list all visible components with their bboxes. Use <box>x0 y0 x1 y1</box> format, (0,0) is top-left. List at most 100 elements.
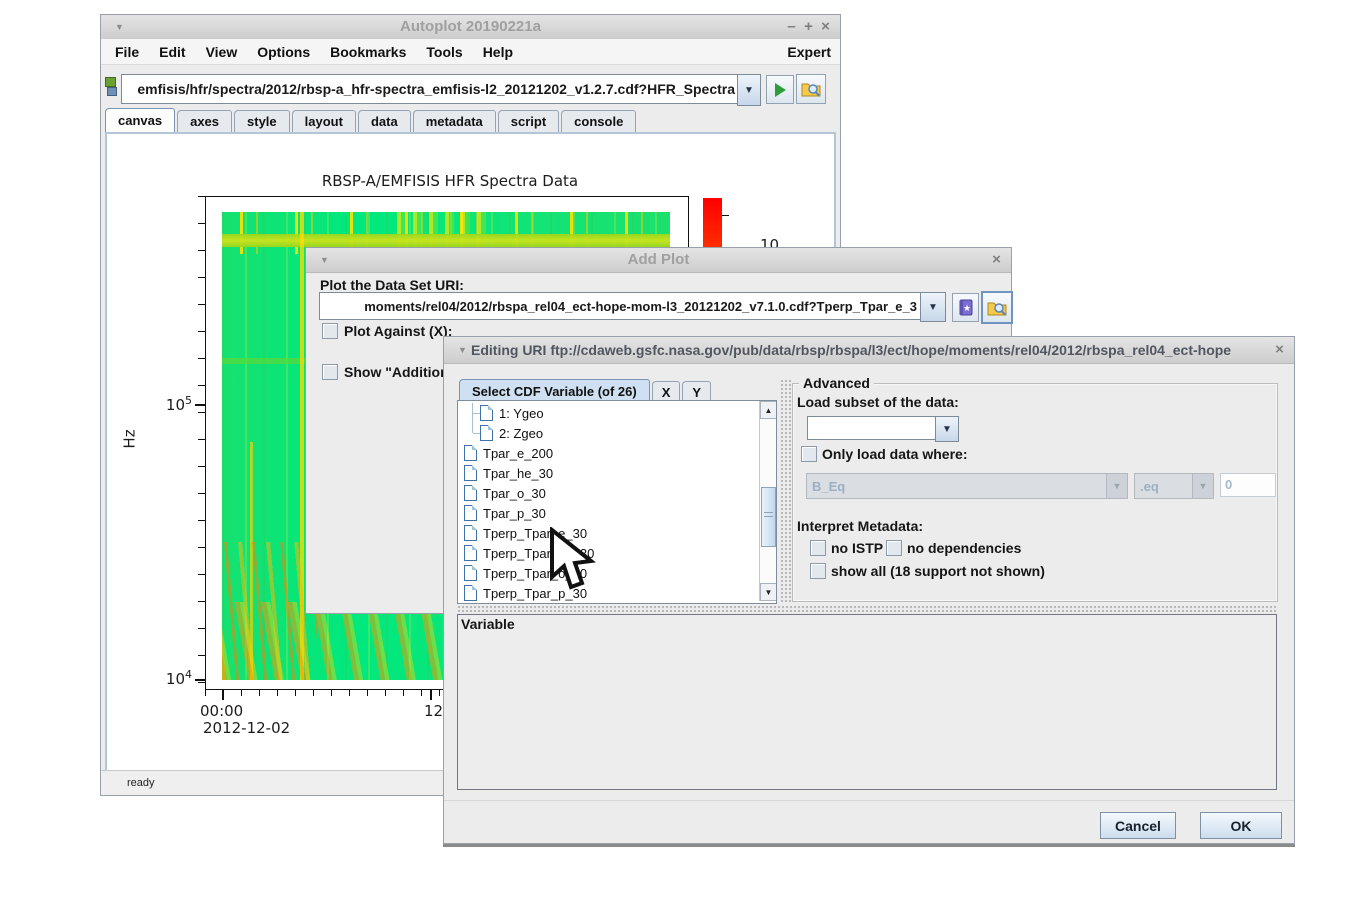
tree-item[interactable]: Tpar_p_30 <box>464 503 776 523</box>
cdf-variable-icon <box>464 525 477 541</box>
datasource-layers-icon[interactable] <box>105 77 116 87</box>
ok-label: OK <box>1230 817 1252 834</box>
editing-titlebar[interactable]: ▼ Editing URI ftp://cdaweb.gsfc.nasa.gov… <box>444 337 1294 364</box>
add-plot-titlebar[interactable]: ▼ Add Plot × <box>306 248 1011 273</box>
show-all-label: show all (18 support not shown) <box>831 563 1045 579</box>
tab-axes[interactable]: axes <box>177 110 233 132</box>
tab-style[interactable]: style <box>234 110 290 132</box>
tab-console[interactable]: console <box>561 110 637 132</box>
dataset-uri-input[interactable]: moments/rel04/2012/rbspa_rel04_ect-hope-… <box>319 292 921 320</box>
uri-dropdown-button[interactable]: ▼ <box>737 74 761 106</box>
tree-item[interactable]: Tperp_Tpar_o_30 <box>464 563 776 583</box>
horizontal-splitter[interactable] <box>457 605 1277 614</box>
no-dependencies-checkbox[interactable] <box>886 540 902 556</box>
close-button[interactable]: × <box>1271 337 1288 363</box>
chevron-down-icon: ▼ <box>1198 481 1208 491</box>
plot-go-button[interactable] <box>766 75 794 104</box>
folder-magnifier-icon <box>987 302 1007 315</box>
colorbar-tick <box>722 215 729 216</box>
menu-options[interactable]: Options <box>247 44 320 60</box>
tree-item[interactable]: 2: Zgeo <box>464 423 776 443</box>
menu-view[interactable]: View <box>196 44 248 60</box>
menu-tools[interactable]: Tools <box>416 44 472 60</box>
dataset-uri-text: moments/rel04/2012/rbspa_rel04_ect-hope-… <box>364 298 917 314</box>
tab-canvas[interactable]: canvas <box>105 108 176 132</box>
show-additional-checkbox[interactable] <box>322 364 338 380</box>
svg-text:★: ★ <box>962 303 970 313</box>
tree-item-label: Tpar_he_30 <box>483 465 554 481</box>
only-load-checkbox[interactable] <box>801 446 817 462</box>
tree-item-label: Tpar_e_200 <box>483 445 554 461</box>
advanced-group: Advanced Load subset of the data: ▼ Only… <box>792 375 1278 602</box>
window-shade-icon[interactable]: ▼ <box>458 345 467 355</box>
tab-layout[interactable]: layout <box>291 110 356 132</box>
no-istp-checkbox[interactable] <box>810 540 826 556</box>
add-plot-title: Add Plot <box>627 251 690 268</box>
cdf-variable-icon <box>464 485 477 501</box>
scroll-down-icon: ▼ <box>764 587 773 597</box>
tree-item[interactable]: Tpar_he_30 <box>464 463 776 483</box>
mouse-cursor-icon <box>550 527 596 590</box>
main-tabs: canvas axes style layout data metadata s… <box>105 108 637 132</box>
scroll-up-button[interactable]: ▲ <box>760 401 776 419</box>
tree-scrollbar[interactable]: ▲ ▼ <box>759 401 776 601</box>
tab-metadata[interactable]: metadata <box>412 110 496 132</box>
cancel-button[interactable]: Cancel <box>1100 812 1176 839</box>
tree-item[interactable]: 1: Ygeo <box>464 403 776 423</box>
subset-dropdown-button[interactable]: ▼ <box>935 416 959 442</box>
where-value-field[interactable]: 0 <box>1220 473 1276 497</box>
menu-edit[interactable]: Edit <box>149 44 195 60</box>
x-major-tick-0000 <box>222 689 224 700</box>
cdf-variable-tree[interactable]: 1: Ygeo 2: Zgeo Tpar_e_200 Tpar_he_30 Tp… <box>457 400 777 604</box>
datasource-layers-icon2 <box>107 87 117 96</box>
play-icon <box>774 82 786 97</box>
cdf-variable-icon <box>464 505 477 521</box>
tree-item[interactable]: Tpar_e_200 <box>464 443 776 463</box>
variable-panel-label: Variable <box>461 616 515 632</box>
tree-item-label: 1: Ygeo <box>499 405 544 421</box>
tree-item[interactable]: Tpar_o_30 <box>464 483 776 503</box>
subset-combobox[interactable] <box>807 416 937 440</box>
main-titlebar[interactable]: ▼ Autoplot 20190221a – + × <box>101 15 840 40</box>
cdf-variable-icon <box>480 425 493 441</box>
tree-item[interactable]: Tperp_Tpar_e_30 <box>464 523 776 543</box>
cdf-variable-icon <box>464 565 477 581</box>
minimize-button[interactable]: – <box>783 15 800 39</box>
uri-label: Plot the Data Set URI: <box>320 277 464 293</box>
expert-mode-label[interactable]: Expert <box>787 44 840 60</box>
vertical-splitter[interactable] <box>780 379 791 602</box>
tab-data[interactable]: data <box>357 110 411 132</box>
show-all-checkbox[interactable] <box>810 563 826 579</box>
ok-button[interactable]: OK <box>1200 812 1282 839</box>
cdf-variable-icon <box>464 545 477 561</box>
editing-title: Editing URI ftp://cdaweb.gsfc.nasa.gov/p… <box>471 342 1232 358</box>
menu-bar: File Edit View Options Bookmarks Tools H… <box>101 39 840 65</box>
scroll-down-button[interactable]: ▼ <box>760 583 776 601</box>
screen: { "icons": { "shade": "▼", "close": "×",… <box>0 0 1345 916</box>
only-load-label: Only load data where: <box>822 446 968 462</box>
inspect-uri-button[interactable] <box>796 74 826 104</box>
menu-file[interactable]: File <box>105 44 149 60</box>
plot-against-checkbox[interactable] <box>322 323 338 339</box>
close-button[interactable]: × <box>817 15 834 39</box>
uri-input[interactable]: emfisis/hfr/spectra/2012/rbsp-a_hfr-spec… <box>121 74 739 104</box>
cdf-variable-icon <box>464 465 477 481</box>
xtick-0000: 00:00 <box>200 702 244 720</box>
dataset-uri-dropdown[interactable]: ▼ <box>920 292 946 322</box>
tree-item[interactable]: Tperp_Tpar_p_30 <box>464 583 776 603</box>
bookmarks-button[interactable]: ★ <box>952 293 979 322</box>
where-value: 0 <box>1225 477 1233 492</box>
scroll-up-icon: ▲ <box>764 405 773 415</box>
where-op-combobox[interactable]: .eq ▼ <box>1134 473 1214 499</box>
show-additional-label: Show "Addition <box>344 364 449 380</box>
scrollbar-thumb[interactable] <box>761 487 776 547</box>
inspect-uri-button[interactable] <box>981 291 1013 324</box>
where-field-combobox[interactable]: B_Eq ▼ <box>806 473 1128 499</box>
close-button[interactable]: × <box>988 248 1005 272</box>
maximize-button[interactable]: + <box>800 15 817 39</box>
tab-script[interactable]: script <box>497 110 560 132</box>
menu-bookmarks[interactable]: Bookmarks <box>320 44 416 60</box>
tree-item[interactable]: Tperp_Tpar_he_30 <box>464 543 776 563</box>
ytick-1e5: 105 <box>165 394 192 414</box>
menu-help[interactable]: Help <box>473 44 523 60</box>
